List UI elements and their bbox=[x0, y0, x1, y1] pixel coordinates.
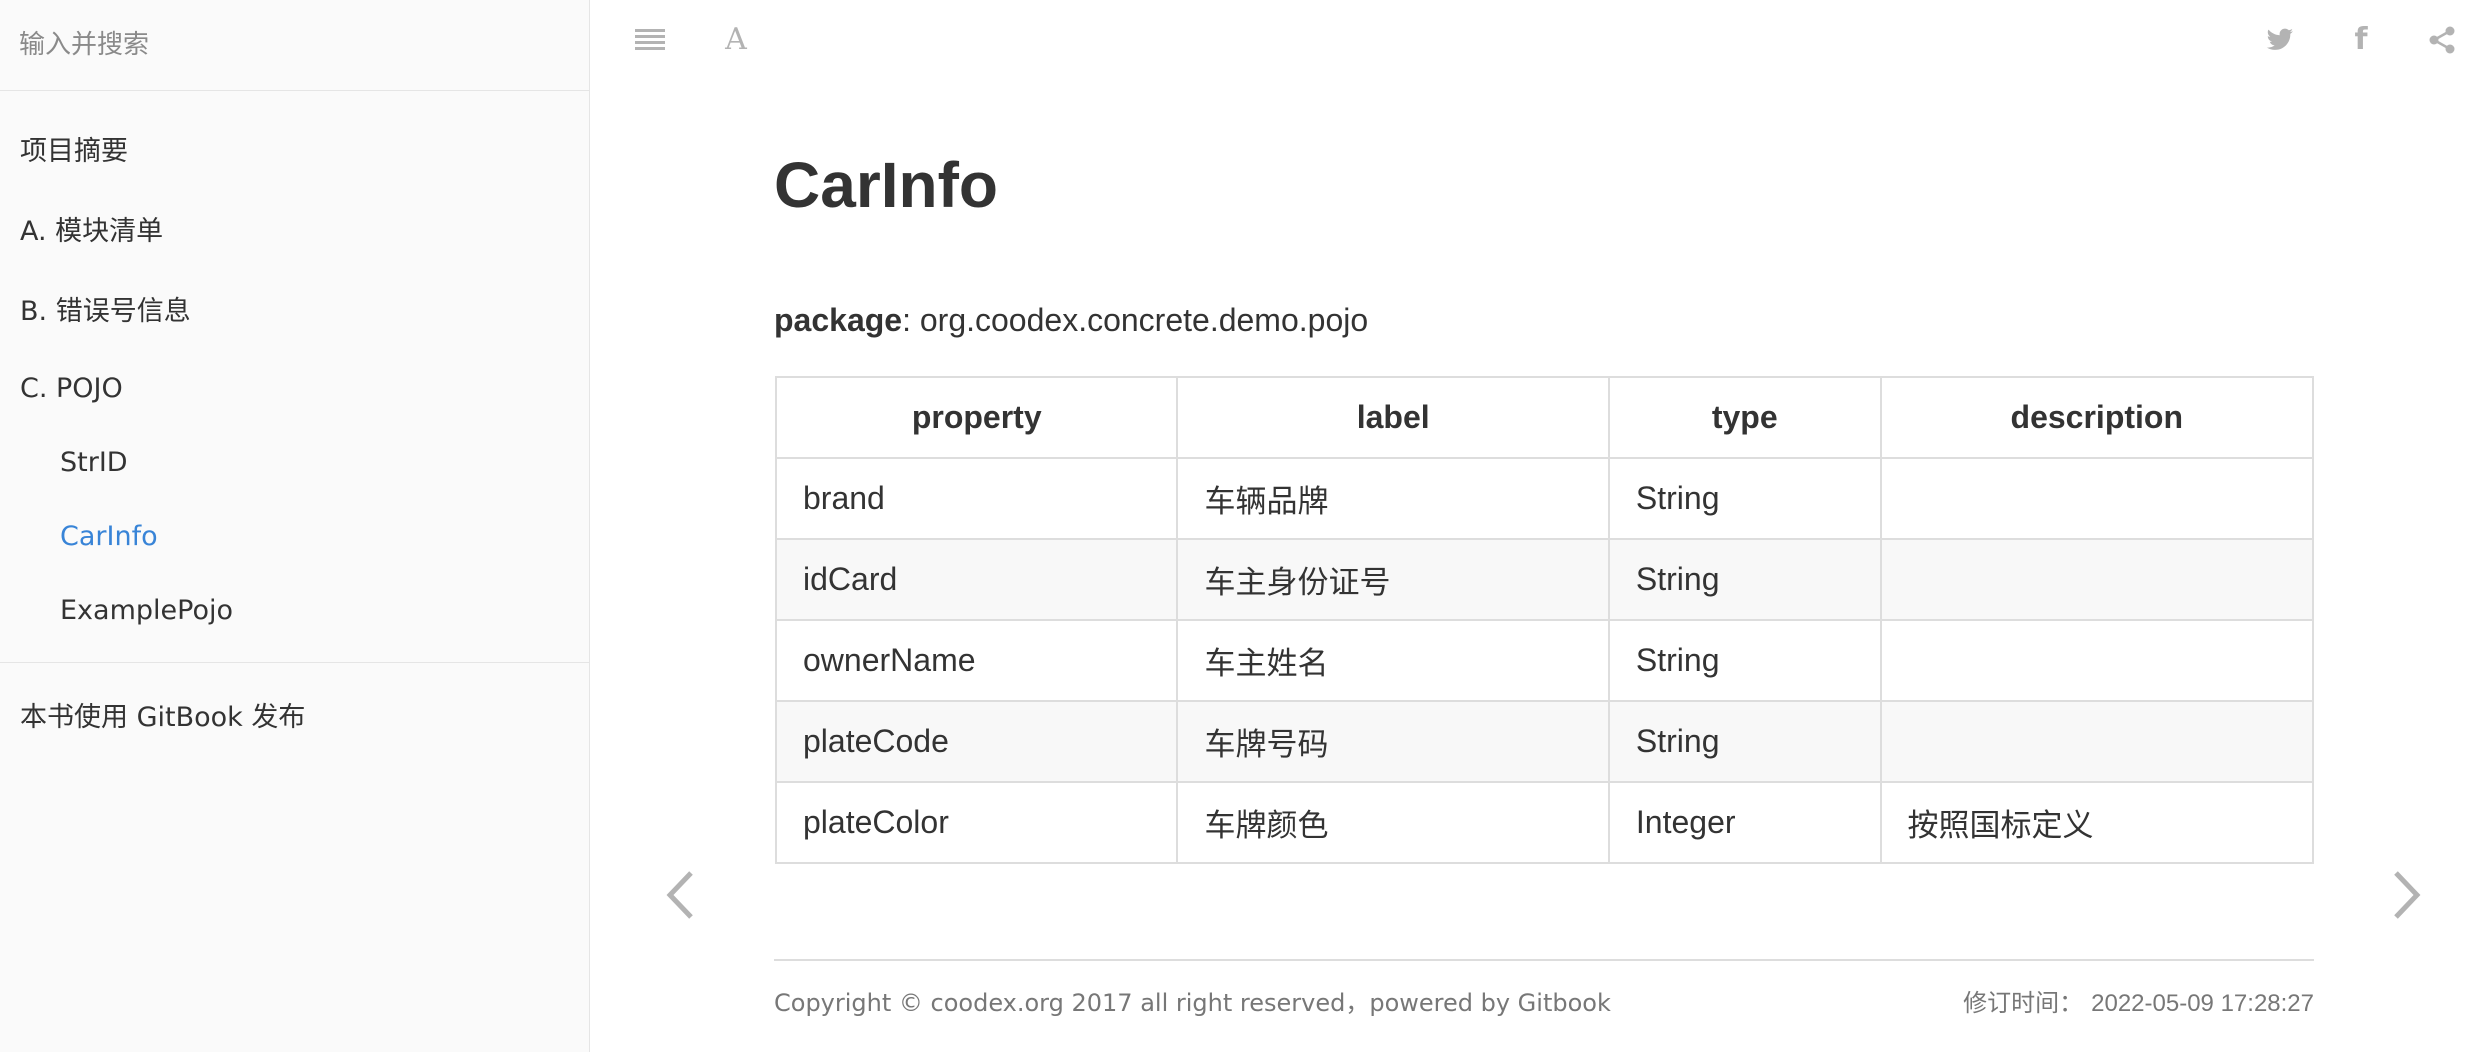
page-title: CarInfo bbox=[774, 149, 998, 221]
table-row: plateCode 车牌号码 String bbox=[774, 700, 2315, 783]
sidebar-item-pojo[interactable]: C. POJO bbox=[20, 372, 123, 406]
revision-time: 2022-05-09 17:28:27 bbox=[2091, 990, 2314, 1017]
sidebar: 项目摘要 A. 模块清单 B. 错误号信息 C. POJO StrID CarI… bbox=[0, 0, 590, 1052]
column-header-label: label bbox=[1176, 376, 1610, 459]
description-cell bbox=[1879, 619, 2315, 702]
label-cell: 车牌颜色 bbox=[1176, 781, 1610, 864]
table-row: idCard 车主身份证号 String bbox=[774, 538, 2315, 621]
revision-label: 修订时间： bbox=[1963, 989, 2084, 1017]
copyright-text: Copyright © coodex.org 2017 all right re… bbox=[774, 989, 1611, 1017]
footer-divider bbox=[774, 959, 2314, 961]
type-cell: String bbox=[1607, 457, 1882, 540]
sidebar-divider bbox=[0, 662, 589, 663]
type-cell: String bbox=[1607, 619, 1882, 702]
chevron-right-icon bbox=[2392, 870, 2422, 925]
sidebar-item-summary[interactable]: 项目摘要 bbox=[20, 135, 128, 169]
label-cell: 车辆品牌 bbox=[1176, 457, 1610, 540]
toggle-sidebar-button[interactable] bbox=[628, 18, 672, 62]
sidebar-item-strid[interactable]: StrID bbox=[60, 446, 128, 480]
twitter-icon bbox=[2266, 28, 2294, 52]
property-cell: plateCode bbox=[774, 700, 1179, 783]
sidebar-item-carinfo[interactable]: CarInfo bbox=[60, 520, 158, 554]
type-cell: String bbox=[1607, 700, 1882, 783]
facebook-share-button[interactable]: f bbox=[2339, 18, 2383, 62]
share-button[interactable] bbox=[2420, 18, 2464, 62]
table-row: plateColor 车牌颜色 Integer 按照国标定义 bbox=[774, 781, 2315, 864]
revision-info: 修订时间： 2022-05-09 17:28:27 bbox=[1963, 988, 2314, 1019]
properties-table: property label type description brand 车辆… bbox=[774, 376, 2315, 864]
column-header-property: property bbox=[774, 376, 1179, 459]
description-cell bbox=[1879, 457, 2315, 540]
next-page-button[interactable] bbox=[2382, 862, 2432, 932]
previous-page-button[interactable] bbox=[655, 862, 705, 932]
book-header: A f bbox=[591, 0, 2478, 80]
font-settings-icon: A bbox=[725, 22, 747, 57]
sidebar-item-module-list[interactable]: A. 模块清单 bbox=[20, 215, 163, 249]
type-cell: Integer bbox=[1607, 781, 1882, 864]
share-icon bbox=[2429, 26, 2455, 54]
package-line: package: org.coodex.concrete.demo.pojo bbox=[774, 299, 1368, 341]
column-header-type: type bbox=[1607, 376, 1882, 459]
chevron-left-icon bbox=[665, 870, 695, 925]
property-cell: idCard bbox=[774, 538, 1179, 621]
table-header-row: property label type description bbox=[774, 376, 2315, 459]
menu-icon bbox=[635, 28, 665, 52]
sidebar-item-examplepojo[interactable]: ExamplePojo bbox=[60, 594, 233, 628]
type-cell: String bbox=[1607, 538, 1882, 621]
package-value: : org.coodex.concrete.demo.pojo bbox=[902, 302, 1369, 338]
table-row: brand 车辆品牌 String bbox=[774, 457, 2315, 540]
description-cell bbox=[1879, 538, 2315, 621]
facebook-icon: f bbox=[2354, 22, 2368, 57]
label-cell: 车牌号码 bbox=[1176, 700, 1610, 783]
search-input[interactable] bbox=[19, 30, 559, 60]
gitbook-link[interactable]: 本书使用 GitBook 发布 bbox=[20, 701, 305, 735]
property-cell: brand bbox=[774, 457, 1179, 540]
column-header-description: description bbox=[1879, 376, 2315, 459]
twitter-share-button[interactable] bbox=[2258, 18, 2302, 62]
description-cell: 按照国标定义 bbox=[1879, 781, 2315, 864]
search-box bbox=[0, 0, 589, 91]
label-cell: 车主姓名 bbox=[1176, 619, 1610, 702]
table-row: ownerName 车主姓名 String bbox=[774, 619, 2315, 702]
property-cell: ownerName bbox=[774, 619, 1179, 702]
property-cell: plateColor bbox=[774, 781, 1179, 864]
sidebar-item-error-codes[interactable]: B. 错误号信息 bbox=[20, 295, 191, 329]
description-cell bbox=[1879, 700, 2315, 783]
font-settings-button[interactable]: A bbox=[714, 18, 758, 62]
label-cell: 车主身份证号 bbox=[1176, 538, 1610, 621]
package-label: package bbox=[774, 302, 903, 338]
